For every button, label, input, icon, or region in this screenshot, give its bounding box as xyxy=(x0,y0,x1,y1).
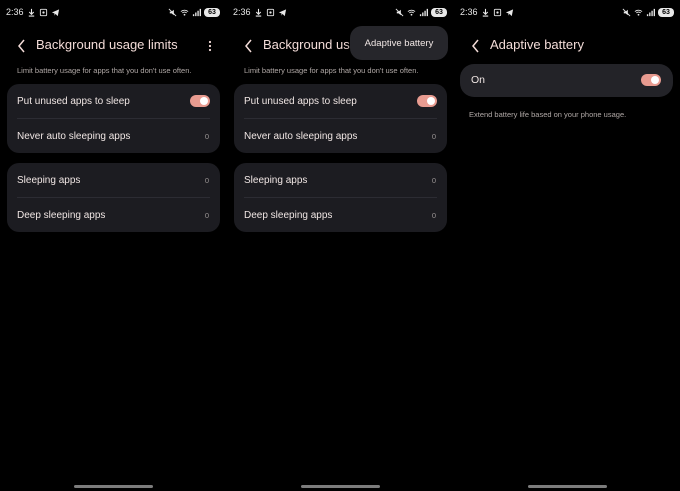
mute-icon xyxy=(622,8,631,17)
app-bar: Adaptive battery xyxy=(454,34,680,58)
nav-gesture-handle[interactable] xyxy=(301,485,380,488)
deep-sleeping-apps-row[interactable]: Deep sleeping apps 0 xyxy=(234,198,447,232)
row-count: 0 xyxy=(204,210,209,220)
screenshot-icon xyxy=(39,8,48,17)
screenshot-icon xyxy=(493,8,502,17)
row-label: Sleeping apps xyxy=(17,174,81,186)
settings-card-sleep: Put unused apps to sleep Never auto slee… xyxy=(7,84,220,153)
download-icon xyxy=(481,8,490,17)
telegram-icon xyxy=(278,8,287,17)
row-count: 0 xyxy=(204,175,209,185)
more-options-icon[interactable] xyxy=(204,38,216,54)
signal-icon xyxy=(646,8,655,17)
toggle-knob xyxy=(427,97,435,105)
row-label: Put unused apps to sleep xyxy=(244,95,357,107)
status-bar: 2:36 63 xyxy=(0,4,226,20)
back-icon[interactable] xyxy=(468,38,482,54)
adaptive-battery-menu[interactable]: Adaptive battery xyxy=(350,26,448,60)
page-title: Background usage limits xyxy=(36,37,178,52)
row-count: 0 xyxy=(204,131,209,141)
back-icon[interactable] xyxy=(14,38,28,54)
screenshot-icon xyxy=(266,8,275,17)
sleeping-apps-row[interactable]: Sleeping apps 0 xyxy=(7,163,220,197)
wifi-icon xyxy=(634,8,643,17)
download-icon xyxy=(27,8,36,17)
never-auto-sleeping-apps-row[interactable]: Never auto sleeping apps 0 xyxy=(234,119,447,153)
adaptive-battery-toggle[interactable] xyxy=(641,74,661,86)
put-unused-apps-to-sleep-row[interactable]: Put unused apps to sleep xyxy=(234,84,447,118)
row-label: Never auto sleeping apps xyxy=(17,130,131,142)
toggle-knob xyxy=(200,97,208,105)
screen-background-usage-limits: 2:36 63 Background usage limits Limit ba… xyxy=(0,0,226,491)
download-icon xyxy=(254,8,263,17)
battery-icon: 63 xyxy=(431,7,447,17)
adaptive-battery-description: Extend battery life based on your phone … xyxy=(469,110,627,119)
put-unused-apps-to-sleep-toggle[interactable] xyxy=(190,95,210,107)
row-label: Deep sleeping apps xyxy=(244,209,333,221)
row-label: Never auto sleeping apps xyxy=(244,130,358,142)
screen-background-usage-menu: 2:36 63 Background usa Adaptive battery … xyxy=(227,0,453,491)
app-bar: Background usage limits xyxy=(0,34,226,58)
page-title: Background usa xyxy=(263,37,357,52)
settings-card-sleeping: Sleeping apps 0 Deep sleeping apps 0 xyxy=(234,163,447,232)
wifi-icon xyxy=(180,8,189,17)
row-count: 0 xyxy=(431,131,436,141)
status-bar: 2:36 63 xyxy=(454,4,680,20)
battery-icon: 63 xyxy=(204,7,220,17)
never-auto-sleeping-apps-row[interactable]: Never auto sleeping apps 0 xyxy=(7,119,220,153)
mute-icon xyxy=(395,8,404,17)
row-count: 0 xyxy=(431,175,436,185)
row-label: Sleeping apps xyxy=(244,174,308,186)
status-bar: 2:36 63 xyxy=(227,4,453,20)
put-unused-apps-to-sleep-row[interactable]: Put unused apps to sleep xyxy=(7,84,220,118)
settings-card-sleeping: Sleeping apps 0 Deep sleeping apps 0 xyxy=(7,163,220,232)
mute-icon xyxy=(168,8,177,17)
nav-gesture-handle[interactable] xyxy=(528,485,607,488)
status-time: 2:36 xyxy=(6,7,24,17)
settings-card-sleep: Put unused apps to sleep Never auto slee… xyxy=(234,84,447,153)
adaptive-battery-menu-item[interactable]: Adaptive battery xyxy=(365,38,434,49)
adaptive-battery-switch-bar[interactable]: On xyxy=(460,64,673,97)
toggle-knob xyxy=(651,76,659,84)
page-subtitle: Limit battery usage for apps that you do… xyxy=(244,66,419,75)
back-icon[interactable] xyxy=(241,38,255,54)
battery-icon: 63 xyxy=(658,7,674,17)
page-subtitle: Limit battery usage for apps that you do… xyxy=(17,66,192,75)
signal-icon xyxy=(419,8,428,17)
signal-icon xyxy=(192,8,201,17)
screen-adaptive-battery: 2:36 63 Adaptive battery On Extend batte… xyxy=(454,0,680,491)
status-time: 2:36 xyxy=(460,7,478,17)
page-title: Adaptive battery xyxy=(490,37,584,52)
status-time: 2:36 xyxy=(233,7,251,17)
row-count: 0 xyxy=(431,210,436,220)
sleeping-apps-row[interactable]: Sleeping apps 0 xyxy=(234,163,447,197)
row-label: Deep sleeping apps xyxy=(17,209,106,221)
nav-gesture-handle[interactable] xyxy=(74,485,153,488)
on-label: On xyxy=(471,74,486,86)
wifi-icon xyxy=(407,8,416,17)
put-unused-apps-to-sleep-toggle[interactable] xyxy=(417,95,437,107)
row-label: Put unused apps to sleep xyxy=(17,95,130,107)
telegram-icon xyxy=(505,8,514,17)
deep-sleeping-apps-row[interactable]: Deep sleeping apps 0 xyxy=(7,198,220,232)
telegram-icon xyxy=(51,8,60,17)
